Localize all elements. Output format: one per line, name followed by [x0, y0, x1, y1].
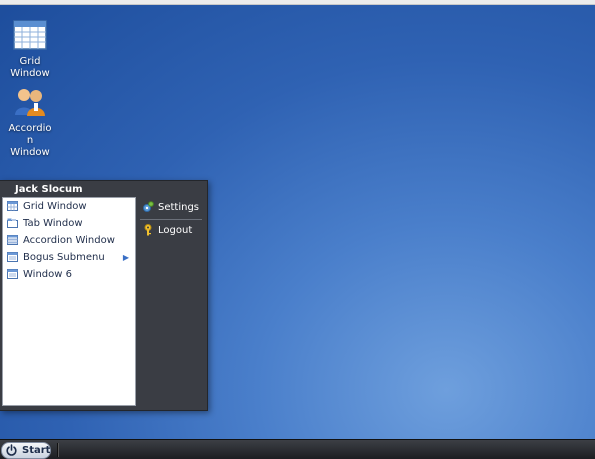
accordion-window-icon — [15, 89, 45, 116]
desktop-shortcut-accordion-window[interactable]: Accordion Window — [0, 85, 60, 159]
menu-item-bogus-submenu[interactable]: Bogus Submenu ▶ — [3, 249, 135, 266]
menu-item-accordion-window[interactable]: Accordion Window — [3, 232, 135, 249]
start-menu-items: Grid Window Tab Window Accordion Window — [2, 197, 136, 406]
key-icon — [144, 224, 152, 236]
menu-item-grid-window[interactable]: Grid Window — [3, 198, 135, 215]
menu-item-tab-window[interactable]: Tab Window — [3, 215, 135, 232]
start-menu-title: Jack Slocum — [15, 184, 83, 195]
tab-icon — [7, 218, 18, 228]
desktop-shortcut-label: Grid Window — [10, 56, 50, 79]
submenu-arrow-icon: ▶ — [122, 253, 129, 262]
menu-item-label: Window 6 — [23, 269, 72, 280]
taskbar: Start — [0, 439, 595, 459]
power-icon — [6, 444, 17, 456]
menu-item-label: Accordion Window — [23, 235, 115, 246]
desktop-shortcut-grid-window[interactable]: Grid Window — [0, 18, 60, 80]
tool-logout[interactable]: Logout — [138, 220, 204, 242]
menu-item-label: Grid Window — [23, 201, 87, 212]
settings-icon — [143, 201, 154, 212]
grid-icon — [7, 201, 18, 211]
desktop-shortcut-label: Accordion Window — [8, 123, 52, 158]
menu-item-label: Tab Window — [23, 218, 83, 229]
window-icon — [7, 269, 18, 279]
start-menu-tools: Settings Logout — [138, 197, 204, 242]
start-button-label: Start — [22, 445, 51, 456]
tool-settings[interactable]: Settings — [138, 197, 204, 219]
menu-item-window-6[interactable]: Window 6 — [3, 266, 135, 283]
taskbar-divider — [57, 443, 59, 457]
window-icon — [7, 252, 18, 262]
grid-window-icon — [13, 20, 47, 50]
top-browser-strip — [0, 0, 595, 5]
tool-label: Settings — [158, 202, 200, 213]
start-menu: Jack Slocum Grid Window Tab Window Accor… — [0, 180, 208, 411]
accordion-icon — [7, 235, 18, 245]
menu-item-label: Bogus Submenu — [23, 252, 105, 263]
tool-label: Logout — [158, 225, 193, 236]
start-button[interactable]: Start — [1, 442, 51, 459]
